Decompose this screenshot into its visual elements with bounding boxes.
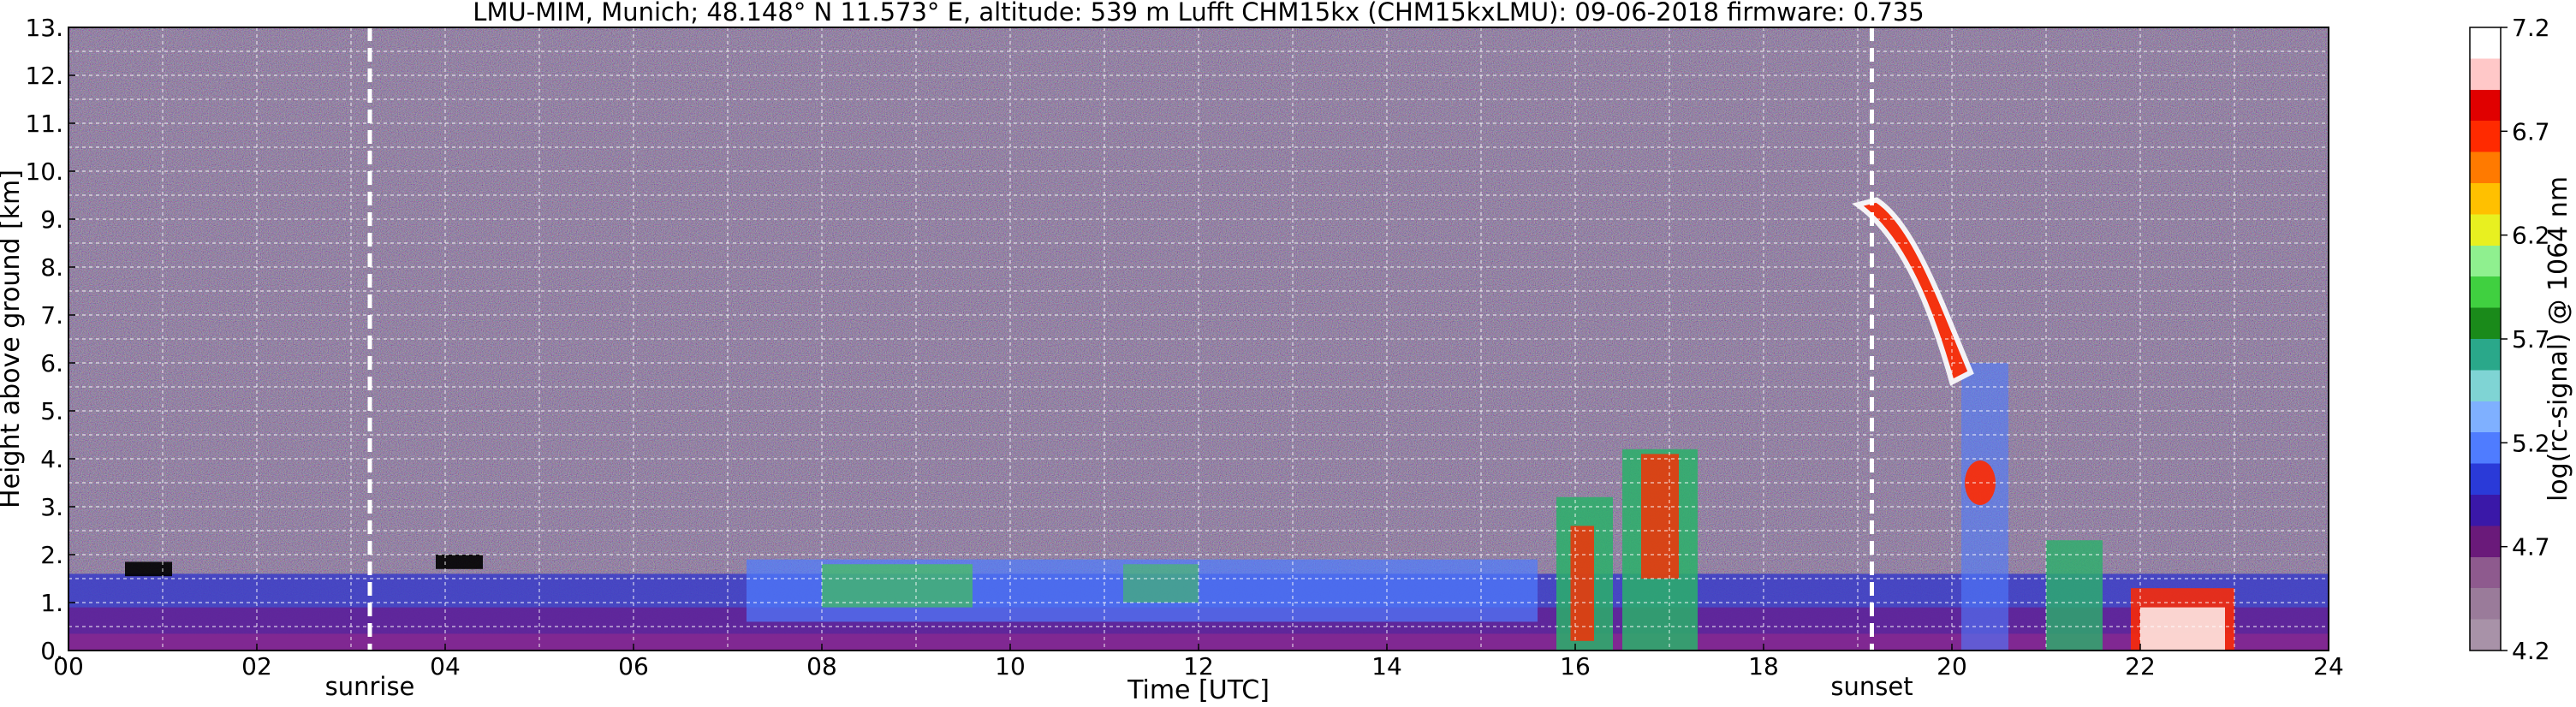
x-tick-label: 16 <box>1560 652 1591 680</box>
x-tick-label: 20 <box>1936 652 1967 680</box>
colorbar-tick-label: 7.2 <box>2512 14 2550 42</box>
aerosol-green-1 <box>822 564 973 608</box>
ceilometer-figure: LMU-MIM, Munich; 48.148° N 11.573° E, al… <box>0 0 2573 705</box>
x-tick-label: 18 <box>1748 652 1779 680</box>
sunrise-label: sunrise <box>325 672 415 701</box>
x-tick-label: 08 <box>806 652 837 680</box>
colorbar-scale <box>2469 27 2502 651</box>
y-tick-label: 3. <box>40 493 63 521</box>
plot-area <box>68 27 2329 651</box>
low-cloud-white <box>2140 607 2225 651</box>
x-tick-label: 14 <box>1371 652 1402 680</box>
y-tick-label: 9. <box>40 205 63 234</box>
convective-core-2 <box>1641 454 1679 579</box>
x-tick-label: 22 <box>2125 652 2156 680</box>
x-tick-label: 06 <box>618 652 649 680</box>
y-axis-label: Height above ground [km] <box>0 169 26 508</box>
x-tick-label: 24 <box>2313 652 2344 680</box>
y-tick-label: 6. <box>40 349 63 377</box>
event-labels: sunrise sunset <box>325 672 1913 701</box>
convective-core-1 <box>1570 526 1594 641</box>
y-tick-label: 0. <box>40 637 63 665</box>
x-axis-label: Time [UTC] <box>1127 675 1270 705</box>
colorbar-tick-label: 4.2 <box>2512 637 2550 665</box>
y-tick-label: 13. <box>25 14 63 42</box>
cloud-base-2 <box>436 555 483 569</box>
chart-title: LMU-MIM, Munich; 48.148° N 11.573° E, al… <box>473 0 1924 27</box>
y-tick-label: 8. <box>40 253 63 282</box>
y-tick-label: 12. <box>25 62 63 90</box>
y-tick-label: 11. <box>25 110 63 138</box>
aerosol-green-2 <box>1123 564 1199 603</box>
colorbar-label: log(rc-signal) @ 1064 nm <box>2543 176 2573 502</box>
x-tick-label: 02 <box>241 652 272 680</box>
sunset-label: sunset <box>1830 672 1913 701</box>
colorbar-ticks: 4.24.75.25.76.26.77.2 <box>2501 14 2550 665</box>
x-tick-label: 10 <box>995 652 1026 680</box>
y-tick-label: 2. <box>40 541 63 569</box>
y-tick-label: 7. <box>40 301 63 330</box>
y-tick-label: 1. <box>40 589 63 617</box>
y-tick-label: 5. <box>40 397 63 425</box>
x-tick-label: 04 <box>430 652 461 680</box>
y-tick-label: 10. <box>25 157 63 186</box>
colorbar: 4.24.75.25.76.26.77.2 log(rc-signal) @ 1… <box>2469 14 2573 665</box>
colorbar-tick-label: 4.7 <box>2512 533 2550 561</box>
y-tick-label: 4. <box>40 445 63 473</box>
colorbar-tick-label: 6.7 <box>2512 117 2550 146</box>
cloud-base-1 <box>125 561 172 577</box>
low-cloud-1 <box>2046 540 2103 651</box>
